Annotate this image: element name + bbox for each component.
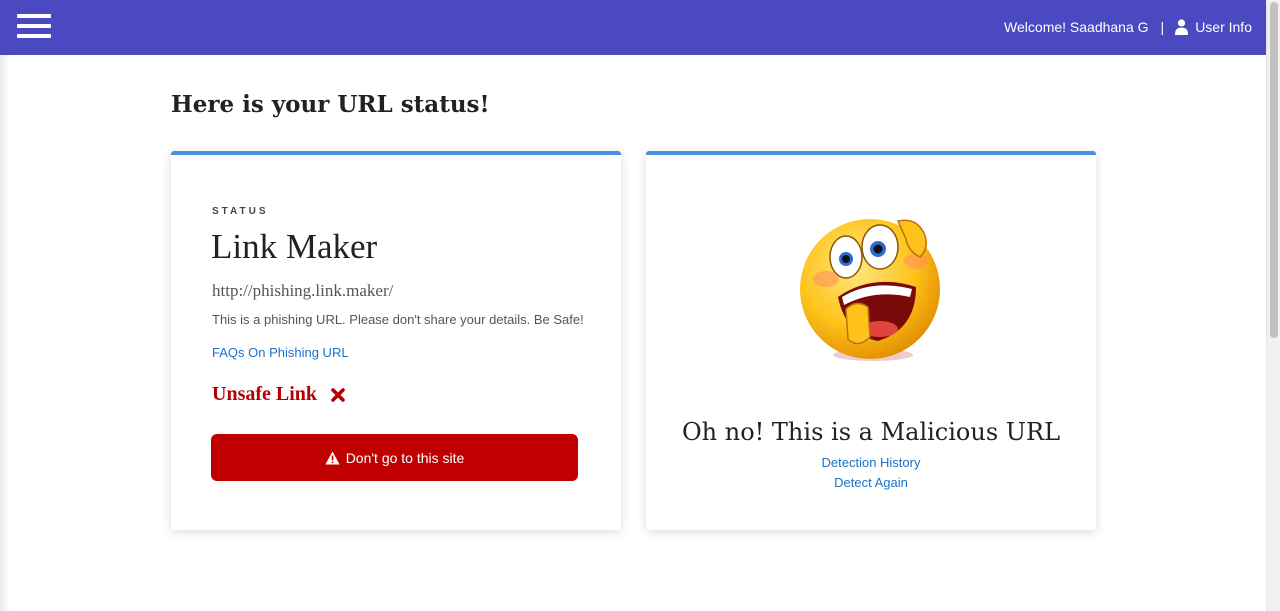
shocked-emoji-icon: [800, 219, 940, 361]
user-info-link[interactable]: User Info: [1175, 17, 1252, 37]
malicious-url-message: Oh no! This is a Malicious URL: [681, 418, 1061, 446]
navbar-user-area: Welcome! Saadhana G | User Info: [1004, 17, 1252, 37]
user-info-label: User Info: [1195, 19, 1252, 35]
url-status-card: STATUS Link Maker http://phishing.link.m…: [171, 151, 621, 530]
navbar-separator: |: [1160, 19, 1165, 35]
status-label: STATUS: [212, 206, 269, 217]
detect-again-link[interactable]: Detect Again: [646, 475, 1096, 490]
result-card: Oh no! This is a Malicious URL Detection…: [646, 151, 1096, 530]
warning-icon: [325, 451, 340, 464]
left-edge-shade: [0, 55, 10, 611]
dont-go-button[interactable]: Don't go to this site: [211, 434, 578, 481]
vertical-scrollbar[interactable]: [1266, 0, 1280, 611]
welcome-text: Welcome! Saadhana G: [1004, 19, 1149, 35]
verdict: Unsafe Link: [212, 383, 345, 406]
status-description: This is a phishing URL. Please don't sha…: [212, 312, 584, 327]
user-icon: [1175, 19, 1189, 35]
scrollbar-thumb[interactable]: [1270, 2, 1278, 338]
faq-phishing-link[interactable]: FAQs On Phishing URL: [212, 345, 349, 360]
page-title: Here is your URL status!: [171, 91, 490, 118]
dont-go-button-label: Don't go to this site: [345, 449, 465, 466]
checked-url: http://phishing.link.maker/: [212, 281, 394, 300]
site-name: Link Maker: [211, 227, 378, 266]
hamburger-menu-icon[interactable]: [17, 14, 51, 38]
detection-history-link[interactable]: Detection History: [646, 455, 1096, 470]
x-mark-icon: [331, 387, 345, 402]
top-navbar: Welcome! Saadhana G | User Info: [0, 0, 1266, 55]
verdict-label: Unsafe Link: [212, 383, 318, 405]
